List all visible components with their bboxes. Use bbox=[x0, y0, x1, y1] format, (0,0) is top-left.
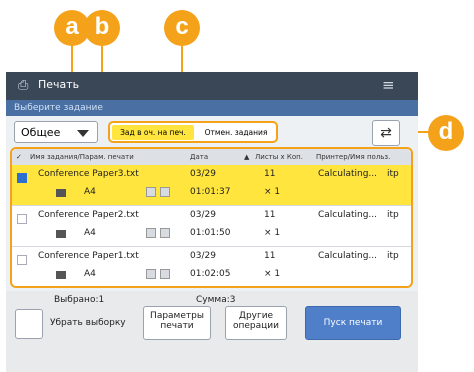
row-size: A4 bbox=[84, 269, 96, 279]
header-sheets[interactable]: Листы x Коп. bbox=[255, 149, 303, 165]
color-mode-icon bbox=[56, 189, 66, 197]
clear-selection-button[interactable]: Убрать выборку bbox=[50, 318, 126, 328]
row-name: Conference Paper1.txt bbox=[38, 251, 139, 261]
row-checkbox[interactable] bbox=[17, 214, 27, 224]
row-date: 03/29 bbox=[190, 210, 216, 220]
row-user: itp bbox=[387, 251, 399, 261]
table-header: ✓ Имя задания/Парам. печати Дата ▲ Листы… bbox=[12, 149, 411, 165]
row-sheets: 11 bbox=[264, 251, 276, 261]
row-name: Conference Paper3.txt bbox=[38, 169, 139, 179]
job-tabs: Зад в оч. на печ. Отмен. задания bbox=[108, 121, 278, 143]
table-row[interactable]: Conference Paper1.txt A4 03/29 01:02:05 … bbox=[12, 247, 411, 286]
row-date: 03/29 bbox=[190, 169, 216, 179]
header-date[interactable]: Дата bbox=[190, 149, 208, 165]
row-owner: Calculating... bbox=[318, 169, 377, 179]
row-user: itp bbox=[387, 210, 399, 220]
duplex-icon bbox=[146, 269, 156, 279]
header-owner[interactable]: Принтер/Имя польз. bbox=[316, 149, 390, 165]
row-copies: × 1 bbox=[264, 269, 281, 279]
subtitle-bar: Выберите задание bbox=[6, 100, 418, 116]
start-print-button[interactable]: Пуск печати bbox=[305, 306, 401, 340]
row-checkbox[interactable] bbox=[17, 255, 27, 265]
row-time: 01:01:50 bbox=[190, 228, 231, 238]
start-print-label: Пуск печати bbox=[323, 318, 383, 328]
menu-icon[interactable]: ≡ bbox=[382, 76, 395, 94]
filter-selected: Общее bbox=[21, 126, 61, 139]
other-operations-button[interactable]: Другие операции bbox=[225, 306, 287, 340]
print-settings-label-2: печати bbox=[160, 321, 194, 331]
table-row[interactable]: Conference Paper3.txt A4 03/29 01:01:37 … bbox=[12, 165, 411, 206]
printer-icon: ⎙ bbox=[18, 78, 29, 93]
staple-icon bbox=[160, 269, 170, 279]
row-date: 03/29 bbox=[190, 251, 216, 261]
header-name[interactable]: Имя задания/Парам. печати bbox=[30, 149, 134, 165]
row-owner: Calculating... bbox=[318, 251, 377, 261]
callout-d: d bbox=[428, 115, 464, 151]
refresh-button[interactable]: ⇄ bbox=[372, 120, 400, 146]
callout-c: c bbox=[164, 10, 200, 46]
row-copies: × 1 bbox=[264, 187, 281, 197]
clear-selection-checkbox[interactable] bbox=[15, 309, 43, 339]
total-count: Сумма:3 bbox=[196, 295, 236, 305]
tab-canceled-jobs[interactable]: Отмен. задания bbox=[198, 125, 274, 140]
staple-icon bbox=[160, 228, 170, 238]
chevron-down-icon bbox=[77, 130, 89, 137]
color-mode-icon bbox=[56, 271, 66, 279]
table-row[interactable]: Conference Paper2.txt A4 03/29 01:01:50 … bbox=[12, 206, 411, 247]
row-checkbox[interactable] bbox=[17, 173, 27, 183]
row-sheets: 11 bbox=[264, 210, 276, 220]
job-table: ✓ Имя задания/Парам. печати Дата ▲ Листы… bbox=[10, 147, 413, 288]
row-user: itp bbox=[387, 169, 399, 179]
window-title: Печать bbox=[38, 78, 80, 91]
row-size: A4 bbox=[84, 187, 96, 197]
row-time: 01:02:05 bbox=[190, 269, 231, 279]
row-size: A4 bbox=[84, 228, 96, 238]
row-time: 01:01:37 bbox=[190, 187, 231, 197]
callout-b: b bbox=[84, 10, 120, 46]
row-owner: Calculating... bbox=[318, 210, 377, 220]
staple-icon bbox=[160, 187, 170, 197]
row-sheets: 11 bbox=[264, 169, 276, 179]
print-settings-label-1: Параметры bbox=[150, 311, 204, 321]
filter-dropdown[interactable]: Общее bbox=[14, 121, 98, 143]
row-copies: × 1 bbox=[264, 228, 281, 238]
color-mode-icon bbox=[56, 230, 66, 238]
selected-count: Выбрано:1 bbox=[54, 295, 105, 305]
refresh-icon: ⇄ bbox=[380, 125, 392, 141]
row-name: Conference Paper2.txt bbox=[38, 210, 139, 220]
other-operations-label-2: операции bbox=[233, 321, 279, 331]
title-bar: ⎙ Печать ≡ bbox=[6, 72, 418, 100]
print-settings-button[interactable]: Параметры печати bbox=[143, 306, 211, 340]
header-check-icon[interactable]: ✓ bbox=[16, 149, 22, 165]
tab-queued-jobs[interactable]: Зад в оч. на печ. bbox=[112, 125, 194, 140]
duplex-icon bbox=[146, 187, 156, 197]
duplex-icon bbox=[146, 228, 156, 238]
sort-icon: ▲ bbox=[244, 153, 250, 161]
other-operations-label-1: Другие bbox=[238, 311, 274, 321]
